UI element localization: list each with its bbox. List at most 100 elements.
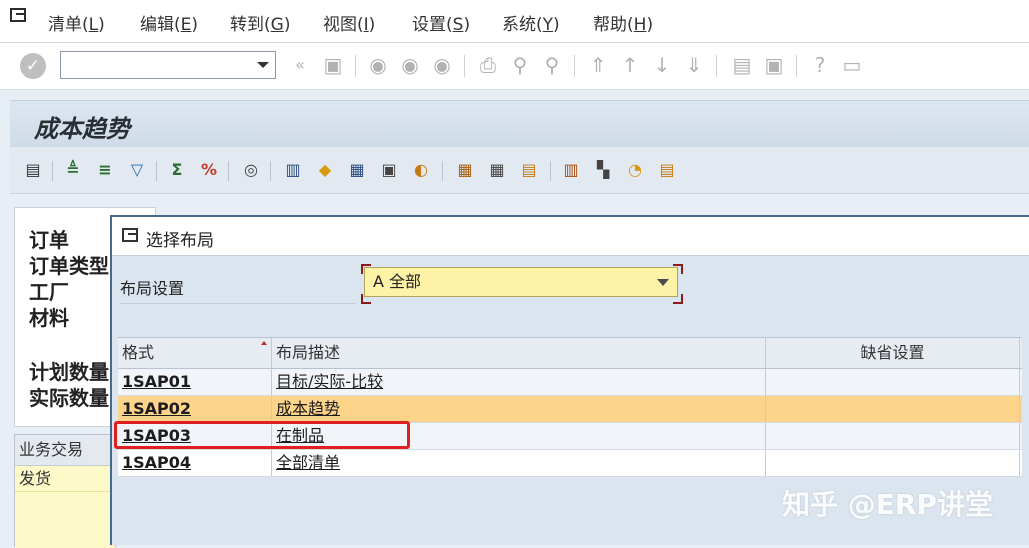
print-preview-icon[interactable]: ▥ [282,159,304,181]
layout-grid: 格式 布局描述 缺省设置 1SAP01 目标/实际-比较 1SAP02 成本趋势… [118,337,1022,477]
table-row[interactable]: 1SAP04 全部清单 [118,450,1022,477]
layout-setting-select[interactable]: A 全部 [364,267,678,297]
toolbar-separator [156,161,157,181]
toolbar-separator [550,161,551,181]
select-layout-icon[interactable]: ▦ [486,159,508,181]
toolbar-separator [355,55,356,77]
menu-bar: 清单(L) 编辑(E) 转到(G) 视图(I) 设置(S) 系统(Y) 帮助(H… [0,0,1029,43]
refresh-icon[interactable]: ◔ [624,159,646,181]
window-menu-icon[interactable] [122,228,138,242]
column-header-layout-description[interactable]: 布局描述 [272,338,766,368]
column-header-default-setting[interactable]: 缺省设置 [766,338,1020,368]
label-material: 材料 [29,306,69,330]
row-description[interactable]: 全部清单 [272,450,766,476]
help-icon[interactable]: ? [808,52,832,78]
change-layout-icon[interactable]: ▦ [454,159,476,181]
currency-icon[interactable]: ◎ [240,159,262,181]
row-default [766,369,1020,395]
row-default [766,423,1020,449]
focus-corner [361,264,371,274]
row-default [766,450,1020,476]
customize-layout-icon[interactable]: ▭ [840,52,864,78]
first-page-icon[interactable]: ⇑ [586,52,610,78]
subtotal-icon[interactable]: % [198,159,220,181]
sort-ascending-icon[interactable]: ≜ [62,159,84,181]
focus-corner [673,264,683,274]
application-toolbar: ▤ ≜ ≡ ▽ Σ % ◎ ▥ ◆ ▦ ▣ ◐ ▦ ▦ ▤ ▥ ▚ ◔ ▤ [10,147,1029,194]
row-default [766,396,1020,422]
label-plant: 工厂 [29,280,69,304]
business-transaction-table: 业务交易 发货 [14,434,116,548]
export-icon[interactable]: ◆ [314,159,336,181]
toolbar-separator [716,55,717,77]
menu-help[interactable]: 帮助(H) [593,10,653,35]
row-description[interactable]: 目标/实际-比较 [272,369,766,395]
chevron-down-icon[interactable] [257,62,269,68]
grid-header: 格式 布局描述 缺省设置 [118,337,1022,369]
chevron-down-icon[interactable] [657,279,669,286]
toolbar-separator [574,55,575,77]
menu-list[interactable]: 清单(L) [48,10,105,35]
last-page-icon[interactable]: ⇓ [682,52,706,78]
focus-corner [361,294,371,304]
label-planned-quantity: 计划数量 [29,360,109,384]
toolbar-separator [270,161,271,181]
word-processing-icon[interactable]: ▣ [378,159,400,181]
save-icon[interactable]: ▣ [321,52,345,78]
window-menu-icon[interactable] [10,8,26,22]
column-header-business-transaction: 业务交易 [15,435,115,466]
page-title: 成本趋势 [34,115,130,143]
label-order: 订单 [29,228,69,252]
row-description[interactable]: 成本趋势 [272,396,766,422]
row-format[interactable]: 1SAP01 [118,369,272,395]
command-field[interactable] [60,51,276,79]
label-order-type: 订单类型 [29,254,109,278]
toolbar-separator [464,55,465,77]
graphic-icon[interactable]: ▥ [560,159,582,181]
sum-icon[interactable]: Σ [166,159,188,181]
dialog-title: 选择布局 [146,231,214,251]
print-icon[interactable]: ⎙ [476,52,500,78]
back-icon[interactable]: ◉ [366,52,390,78]
menu-edit[interactable]: 编辑(E) [140,10,198,35]
sort-indicator-icon [261,341,267,345]
table-empty-area [15,492,115,548]
table-row[interactable]: 1SAP01 目标/实际-比较 [118,369,1022,396]
toolbar-separator [796,55,797,77]
next-page-icon[interactable]: ↓ [650,52,674,78]
menu-settings[interactable]: 设置(S) [412,10,470,35]
row-format[interactable]: 1SAP02 [118,396,272,422]
shortcut-icon[interactable]: ▣ [762,52,786,78]
check-icon[interactable]: ✓ [20,53,46,79]
layout-setting-value: A 全部 [373,272,422,291]
cancel-icon[interactable]: ◉ [430,52,454,78]
spreadsheet-icon[interactable]: ▦ [346,159,368,181]
row-format[interactable]: 1SAP04 [118,450,272,476]
find-icon[interactable]: ⚲ [508,52,532,78]
focus-corner [673,294,683,304]
label-actual-quantity: 实际数量 [29,386,109,410]
sort-descending-icon[interactable]: ≡ [94,159,116,181]
local-file-icon[interactable]: ◐ [410,159,432,181]
new-session-icon[interactable]: ▤ [730,52,754,78]
history-back-icon[interactable]: « [288,52,312,78]
highlight-annotation-box [114,421,410,449]
menu-view[interactable]: 视图(I) [323,10,375,35]
details-icon[interactable]: ▤ [22,159,44,181]
filter-icon[interactable]: ▽ [126,159,148,181]
toolbar-separator [228,161,229,181]
additional-view-icon[interactable]: ▤ [656,159,678,181]
menu-goto[interactable]: 转到(G) [230,10,290,35]
toolbar-separator [52,161,53,181]
find-next-icon[interactable]: ⚲ [540,52,564,78]
watermark: 知乎 @ERP讲堂 [782,488,993,521]
save-layout-icon[interactable]: ▤ [518,159,540,181]
toolbar-separator [442,161,443,181]
table-row[interactable]: 发货 [15,466,115,492]
exit-icon[interactable]: ◉ [398,52,422,78]
previous-page-icon[interactable]: ↑ [618,52,642,78]
menu-system[interactable]: 系统(Y) [502,10,560,35]
table-row-selected[interactable]: 1SAP02 成本趋势 [118,396,1022,423]
hierarchy-icon[interactable]: ▚ [592,159,614,181]
column-header-format[interactable]: 格式 [118,338,272,368]
